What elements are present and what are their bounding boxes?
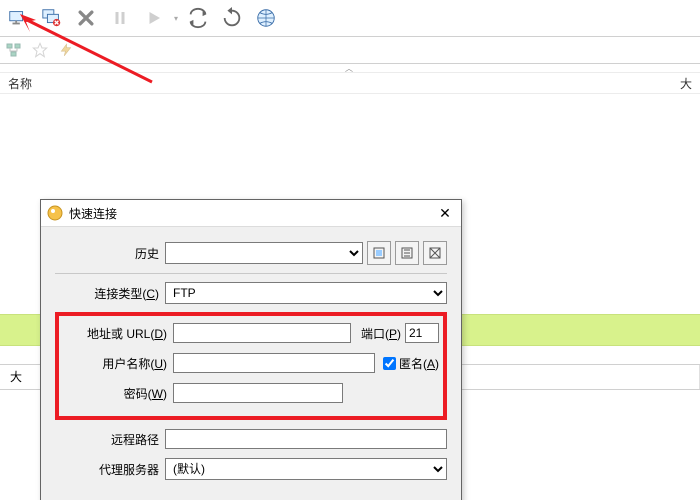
conn-type-row: 连接类型(C) FTP: [55, 282, 447, 304]
history-select[interactable]: [165, 242, 363, 264]
remote-path-row: 远程路径: [55, 428, 447, 450]
connect-icon[interactable]: [4, 4, 32, 32]
remote-path-label: 远程路径: [55, 431, 165, 448]
highlight-region: 地址或 URL(D) 端口(P) 用户名称(U) 匿名(A): [55, 312, 447, 420]
proxy-row: 代理服务器 (默认): [55, 458, 447, 480]
address-row: 地址或 URL(D) 端口(P): [63, 322, 439, 344]
anonymous-checkbox-input[interactable]: [383, 357, 396, 370]
proxy-label: 代理服务器: [55, 461, 165, 478]
history-btn-2-icon[interactable]: [395, 241, 419, 265]
remote-path-input[interactable]: [165, 429, 447, 449]
dialog-titlebar: 快速连接 ✕: [41, 200, 461, 227]
address-input[interactable]: [173, 323, 351, 343]
collapse-handle[interactable]: ︿: [0, 64, 700, 73]
bottom-column-size[interactable]: 大: [0, 365, 41, 389]
password-label: 密码(W): [63, 385, 173, 402]
history-btn-1-icon[interactable]: [367, 241, 391, 265]
anonymous-checkbox[interactable]: 匿名(A): [383, 355, 439, 372]
globe-icon[interactable]: [252, 4, 280, 32]
main-toolbar: ▾: [0, 0, 700, 37]
play-icon: [140, 4, 168, 32]
sync-icon[interactable]: [184, 4, 212, 32]
username-input[interactable]: [173, 353, 375, 373]
pause-icon: [106, 4, 134, 32]
history-label: 历史: [55, 245, 165, 262]
conn-type-label: 连接类型(C): [55, 285, 165, 302]
reload-icon[interactable]: [218, 4, 246, 32]
dialog-icon: [47, 205, 63, 221]
close-icon[interactable]: ✕: [435, 203, 455, 223]
conn-type-select[interactable]: FTP: [165, 282, 447, 304]
quick-connect-dialog: 快速连接 ✕ 历史 连接类型(C) FTP 地址或 URL(: [40, 199, 462, 500]
favorite-icon[interactable]: [30, 40, 50, 60]
proxy-select[interactable]: (默认): [165, 458, 447, 480]
file-list-header: 名称 大: [0, 73, 700, 94]
port-input[interactable]: [405, 323, 439, 343]
history-btn-3-icon[interactable]: [423, 241, 447, 265]
username-row: 用户名称(U) 匿名(A): [63, 352, 439, 374]
column-name[interactable]: 名称: [0, 73, 40, 93]
disconnect-icon[interactable]: [38, 4, 66, 32]
port-label: 端口(P): [357, 325, 405, 342]
content-area: 大 快速连接 ✕ 历史 连接类型(C) FTP: [0, 94, 700, 500]
cancel-icon[interactable]: [72, 4, 100, 32]
dialog-title: 快速连接: [69, 205, 117, 222]
dialog-body: 历史 连接类型(C) FTP 地址或 URL(D) 端口(P): [41, 227, 461, 498]
quick-icon[interactable]: [56, 40, 76, 60]
column-size[interactable]: 大: [672, 73, 700, 93]
password-input[interactable]: [173, 383, 343, 403]
username-label: 用户名称(U): [63, 355, 173, 372]
address-label: 地址或 URL(D): [63, 325, 173, 342]
tree-view-icon[interactable]: [4, 40, 24, 60]
password-row: 密码(W): [63, 382, 439, 404]
history-row: 历史: [55, 241, 447, 265]
secondary-toolbar: [0, 37, 700, 64]
